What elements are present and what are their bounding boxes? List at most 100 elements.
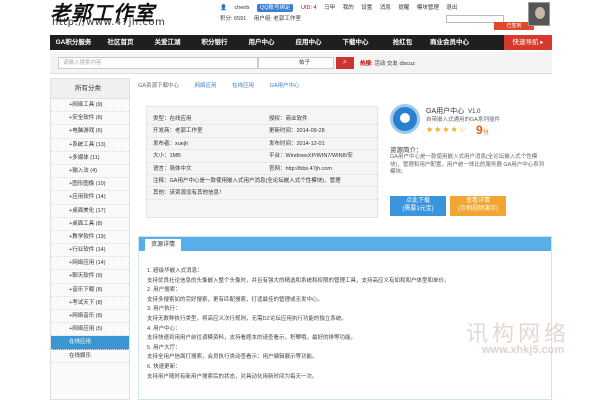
- sidebar-item[interactable]: +桌面美化 (17): [51, 205, 129, 218]
- details-line: 2. 用户搜索：: [147, 287, 181, 294]
- info-cell: 发布者：xuejh: [153, 140, 189, 147]
- nav-quick[interactable]: 快速导航 ▸: [504, 35, 552, 50]
- search-bar: 请输入搜索内容 帖子 ⌕ 热搜: 活动 交友 discuz: [50, 52, 552, 74]
- sidebar-item[interactable]: +行业软件 (14): [51, 244, 129, 258]
- username[interactable]: chenb: [234, 5, 249, 11]
- sidebar-item[interactable]: +输入法 (4): [51, 165, 129, 179]
- group-label[interactable]: 用户组: 老郭工作室: [254, 16, 301, 22]
- nav-download[interactable]: 下载中心: [332, 35, 379, 50]
- info-cell: 大小：1MB: [153, 153, 181, 160]
- user-menu-5[interactable]: 提醒: [398, 5, 409, 11]
- user-icon: 👤: [220, 5, 227, 11]
- watermark-url: www.xhkj5.com: [482, 344, 565, 356]
- points-label[interactable]: 积分: 6591: [220, 16, 246, 22]
- preview-text: GA用户中心是一款使用嵌入式用户消息(全论坛嵌入式个性模块)，管理和用户配置，用…: [390, 154, 545, 175]
- info-cell: 其他：该资源没有其他信息！: [153, 190, 225, 197]
- search-input[interactable]: 请输入搜索内容: [58, 57, 258, 69]
- details-tabbar: [139, 237, 551, 251]
- breadcrumb-item[interactable]: 网络应用: [194, 83, 216, 89]
- nav-bank[interactable]: 积分银行: [191, 35, 238, 50]
- info-row: 开发商：老郭工作室 更新时间：2014-09-28: [147, 125, 379, 138]
- details-line: 支持优良社论信息的头像嵌入整个头像时，并且有强大的精选和系统和权限的管理工具，支…: [147, 277, 450, 284]
- sidebar-item[interactable]: +考试天下 (8): [51, 297, 129, 310]
- sidebar-item[interactable]: +音乐下载 (8): [51, 284, 129, 297]
- hot-label: 热搜:: [360, 61, 373, 67]
- app-card: GA用户中心 V1.0 自带嵌入式通用的GA系列插件 ★★★★☆ 9分 资源简介：…: [386, 100, 552, 222]
- site-header: 老郭工作室 http://www.47jh.com 👤 chenb QQ账号绑定…: [0, 0, 600, 34]
- sidebar-list: +网络工具 (9) +安全软件 (8) +电脑游戏 (6) +系统工具 (13) +多媒…: [51, 99, 129, 363]
- info-row: 注释：GA用户中心是一款使用嵌入式用户消息(全论坛嵌入式个性模块)、管理: [147, 175, 379, 188]
- sidebar-item[interactable]: +电脑游戏 (6): [51, 125, 129, 139]
- search-button[interactable]: ⌕: [336, 57, 354, 69]
- tab-details[interactable]: 资源详情: [145, 239, 182, 251]
- info-cell: 发布时间：2014-12-01: [269, 140, 325, 147]
- breadcrumb-item[interactable]: GA资源下载中心: [138, 83, 179, 89]
- info-row: 其他：该资源没有其他信息！: [147, 187, 379, 200]
- hot-item[interactable]: discuz: [399, 61, 415, 67]
- details-line: 支持用户随时有新用户搜索后的状态，对具动化用新时间为每天一次。: [147, 373, 318, 380]
- nav-user-center[interactable]: 用户中心: [238, 35, 285, 50]
- nav-app-center[interactable]: 应用中心: [285, 35, 332, 50]
- sidebar-item[interactable]: +网络音乐 (8): [51, 310, 129, 324]
- nav-ga-points[interactable]: GA积分服务: [50, 35, 97, 50]
- rating-score: 9分: [476, 123, 489, 137]
- search-icon: ⌕: [343, 59, 347, 66]
- details-line: 6. 快速更新：: [147, 363, 181, 370]
- breadcrumb-item[interactable]: GA用户中心: [270, 83, 300, 89]
- sidebar-item[interactable]: 在线娱乐: [51, 350, 129, 363]
- rating-stars: ★★★★☆: [426, 125, 467, 134]
- hot-item[interactable]: 交友: [387, 61, 398, 67]
- sidebar-item[interactable]: +网络应用 (14): [51, 257, 129, 271]
- info-row: 大小：1MB 平台：WindowsXP/WIN7/WIN8/安: [147, 150, 379, 163]
- nav-vip[interactable]: 商业会员中心: [426, 35, 473, 50]
- hot-search: 热搜: 活动 交友 discuz: [360, 59, 415, 67]
- sidebar-item[interactable]: +应用软件 (14): [51, 191, 129, 205]
- user-menu-6[interactable]: 模块管理: [417, 5, 439, 11]
- user-menu-4[interactable]: 消息: [380, 5, 391, 11]
- sidebar-item[interactable]: +教学软件 (19): [51, 231, 129, 245]
- user-menu-1[interactable]: 马甲: [324, 5, 335, 11]
- sidebar-item[interactable]: +安全软件 (8): [51, 112, 129, 126]
- sidebar-item[interactable]: +网络工具 (9): [51, 99, 129, 113]
- breadcrumb: GA资源下载中心 网络应用 在线应用 GA用户中心: [138, 81, 314, 89]
- hot-item[interactable]: 活动: [374, 61, 385, 67]
- info-cell: 平台：WindowsXP/WIN7/WIN8/安: [269, 153, 353, 160]
- site-url: http://www.47jh.com: [52, 17, 166, 28]
- user-menu-2[interactable]: 我的: [343, 5, 354, 11]
- nav-care[interactable]: 关爱江湖: [144, 35, 191, 50]
- info-cell: 注释：GA用户中心是一款使用嵌入式用户消息(全论坛嵌入式个性模块)、管理: [153, 178, 341, 184]
- preview-title: 资源简介：: [390, 147, 423, 154]
- details-button[interactable]: 查看详情 (示例视频演示): [450, 196, 506, 216]
- resource-info-table: 类型：在线应用 授权：商业软件开发商：老郭工作室 更新时间：2014-09-28 发布…: [146, 106, 379, 218]
- sidebar-item[interactable]: +聊天软件 (9): [51, 270, 129, 284]
- details-line: 支持多搜索如的完好搜索，更有匹配搜索，打适最佳的管理或无发中心。: [147, 296, 324, 303]
- info-cell: 更新时间：2014-09-28: [269, 128, 325, 135]
- info-cell: 开发商：老郭工作室: [153, 128, 203, 135]
- uid-label: UID: 4: [301, 5, 317, 11]
- sidebar-item[interactable]: 在线应用: [51, 336, 129, 350]
- breadcrumb-item[interactable]: 在线应用: [232, 83, 254, 89]
- search-type-select[interactable]: 帖子: [258, 57, 334, 69]
- user-bar: 👤 chenb QQ账号绑定 UID: 4 马甲 我的 设置 消息 提醒 模块管…: [220, 3, 534, 31]
- qq-bind-button[interactable]: QQ账号绑定: [256, 4, 294, 12]
- sidebar-item[interactable]: +图形图像 (10): [51, 178, 129, 192]
- sidebar-item[interactable]: +网络应用 (5): [51, 323, 129, 337]
- sidebar-item[interactable]: +系统工具 (13): [51, 139, 129, 152]
- nav-redpacket[interactable]: 抢红包: [379, 35, 426, 50]
- category-sidebar: 所有分类 +网络工具 (9) +安全软件 (8) +电脑游戏 (6) +系统工具 (1…: [50, 78, 130, 400]
- info-row: 语言：简体中文 官网：http://bbs.47jh.com: [147, 163, 379, 175]
- logout-link[interactable]: 退出: [446, 5, 457, 11]
- download-button[interactable]: 点此下载 (需要1元宝): [390, 196, 446, 216]
- sidebar-item[interactable]: +桌面工具 (8): [51, 218, 129, 231]
- info-row: 类型：在线应用 授权：商业软件: [147, 113, 379, 126]
- avatar[interactable]: [528, 2, 550, 26]
- main-nav: GA积分服务 社区首页 关爱江湖 积分银行 用户中心 应用中心 下载中心 抢红包…: [50, 35, 552, 50]
- info-cell: 语言：简体中文: [153, 165, 192, 172]
- info-cell: 类型：在线应用: [153, 116, 192, 122]
- info-cell: 授权：商业软件: [269, 116, 308, 122]
- user-menu-3[interactable]: 设置: [361, 5, 372, 11]
- nav-home[interactable]: 社区首页: [97, 35, 144, 50]
- details-line: 1. 超级华嵌入式消息：: [147, 268, 203, 274]
- details-line: 3. 用户执行：: [147, 306, 181, 313]
- sidebar-item[interactable]: +多媒体 (11): [51, 152, 129, 165]
